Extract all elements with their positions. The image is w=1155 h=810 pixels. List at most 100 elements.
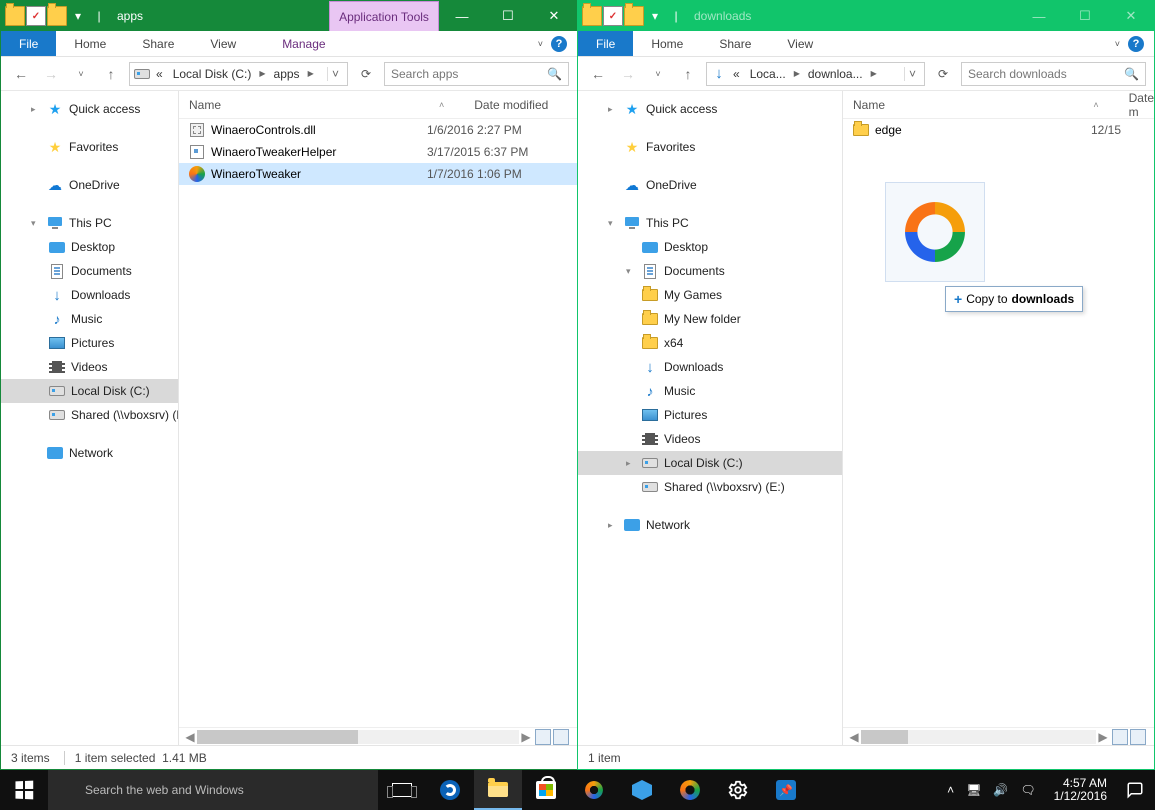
taskbar[interactable]: 🔍 Search the web and Windows 📌 ˄ 🖥 🔊 🗨 4… xyxy=(0,770,1155,810)
nav-videos[interactable]: Videos xyxy=(1,355,178,379)
task-settings[interactable] xyxy=(714,770,762,810)
breadcrumb[interactable]: ↓ « Loca... ▶ downloa... ▶ ˅ xyxy=(706,62,925,86)
nav-pane[interactable]: ▸★Quick access ★Favorites ☁OneDrive ▾Thi… xyxy=(1,91,179,745)
view-large-icon[interactable] xyxy=(553,729,569,745)
nav-favorites[interactable]: ★Favorites xyxy=(578,135,842,159)
breadcrumb-seg[interactable]: Loca... xyxy=(746,67,790,81)
ribbon-view[interactable]: View xyxy=(192,31,254,56)
nav-doc-sub[interactable]: x64 xyxy=(578,331,842,355)
titlebar[interactable]: ✓ ▾ | downloads — ☐ ✕ xyxy=(578,1,1154,31)
nav-quick-access[interactable]: ▸★Quick access xyxy=(1,97,178,121)
folder-icon[interactable] xyxy=(47,6,67,26)
nav-onedrive[interactable]: ☁OneDrive xyxy=(578,173,842,197)
nav-desktop[interactable]: Desktop xyxy=(1,235,178,259)
nav-up-button[interactable]: ↑ xyxy=(676,62,700,86)
nav-local-disk-c[interactable]: Local Disk (C:) xyxy=(1,379,178,403)
folder-icon[interactable] xyxy=(5,6,25,26)
chevron-right-icon[interactable]: ▶ xyxy=(257,69,267,78)
start-button[interactable] xyxy=(0,770,48,810)
breadcrumb-seg[interactable]: « xyxy=(729,67,744,81)
nav-pictures[interactable]: Pictures xyxy=(578,403,842,427)
nav-back-button[interactable]: ← xyxy=(9,62,33,86)
address-history-button[interactable]: ˅ xyxy=(327,67,343,81)
nav-videos[interactable]: Videos xyxy=(578,427,842,451)
maximize-button[interactable]: ☐ xyxy=(485,1,531,31)
search-input[interactable]: Search apps 🔍 xyxy=(384,62,569,86)
file-row[interactable]: WinaeroTweakerHelper 3/17/2015 6:37 PM xyxy=(179,141,577,163)
nav-documents[interactable]: ▾Documents xyxy=(578,259,842,283)
nav-music[interactable]: ♪Music xyxy=(1,307,178,331)
ribbon-view[interactable]: View xyxy=(769,31,831,56)
qat-more-icon[interactable]: ▾ xyxy=(645,6,665,26)
close-button[interactable]: ✕ xyxy=(1108,1,1154,31)
nav-onedrive[interactable]: ☁OneDrive xyxy=(1,173,178,197)
refresh-button[interactable]: ⟳ xyxy=(354,62,378,86)
nav-local-disk-c[interactable]: ▸Local Disk (C:) xyxy=(578,451,842,475)
file-row[interactable]: edge 12/15 xyxy=(843,119,1154,141)
nav-network[interactable]: Network xyxy=(1,441,178,465)
view-details-icon[interactable] xyxy=(1112,729,1128,745)
view-details-icon[interactable] xyxy=(535,729,551,745)
file-row[interactable]: WinaeroTweaker 1/7/2016 1:06 PM xyxy=(179,163,577,185)
nav-shared-drive[interactable]: Shared (\\vboxsrv) (E:) xyxy=(578,475,842,499)
col-name[interactable]: Name xyxy=(189,98,439,112)
taskbar-clock[interactable]: 4:57 AM 1/12/2016 xyxy=(1046,777,1115,803)
nav-pictures[interactable]: Pictures xyxy=(1,331,178,355)
help-icon[interactable]: ? xyxy=(551,36,567,52)
nav-forward-button[interactable]: → xyxy=(616,62,640,86)
nav-history-dropdown[interactable]: ˅ xyxy=(646,62,670,86)
hscrollbar[interactable]: ◀▶ xyxy=(843,727,1154,745)
ribbon-home[interactable]: Home xyxy=(633,31,701,56)
checkbox-icon[interactable]: ✓ xyxy=(603,6,623,26)
nav-back-button[interactable]: ← xyxy=(586,62,610,86)
refresh-button[interactable]: ⟳ xyxy=(931,62,955,86)
nav-pane[interactable]: ▸★Quick access ★Favorites ☁OneDrive ▾Thi… xyxy=(578,91,843,745)
breadcrumb-seg[interactable]: Local Disk (C:) xyxy=(169,67,256,81)
nav-music[interactable]: ♪Music xyxy=(578,379,842,403)
column-headers[interactable]: Name ˄ Date modified xyxy=(179,91,577,119)
task-winaero-tweaker[interactable] xyxy=(666,770,714,810)
breadcrumb[interactable]: « Local Disk (C:) ▶ apps ▶ ˅ xyxy=(129,62,348,86)
close-button[interactable]: ✕ xyxy=(531,1,577,31)
ribbon-file[interactable]: File xyxy=(578,31,633,56)
taskbar-search[interactable]: 🔍 Search the web and Windows xyxy=(48,770,378,810)
task-view-button[interactable] xyxy=(378,770,426,810)
nav-shared-drive[interactable]: Shared (\\vboxsrv) (E:) xyxy=(1,403,178,427)
nav-doc-sub[interactable]: My Games xyxy=(578,283,842,307)
help-icon[interactable]: ? xyxy=(1128,36,1144,52)
tray-notes-icon[interactable]: 🗨 xyxy=(1020,783,1035,797)
search-icon[interactable]: 🔍 xyxy=(547,67,562,81)
task-pinned-app[interactable]: 📌 xyxy=(762,770,810,810)
nav-history-dropdown[interactable]: ˅ xyxy=(69,62,93,86)
task-store[interactable] xyxy=(522,770,570,810)
system-tray[interactable]: ˄ 🖥 🔊 🗨 xyxy=(937,783,1045,797)
tray-volume-icon[interactable]: 🔊 xyxy=(993,783,1008,797)
view-large-icon[interactable] xyxy=(1130,729,1146,745)
nav-this-pc[interactable]: ▾This PC xyxy=(1,211,178,235)
minimize-button[interactable]: — xyxy=(439,1,485,31)
ribbon-share[interactable]: Share xyxy=(124,31,192,56)
nav-network[interactable]: ▸Network xyxy=(578,513,842,537)
minimize-button[interactable]: — xyxy=(1016,1,1062,31)
nav-desktop[interactable]: Desktop xyxy=(578,235,842,259)
nav-doc-sub[interactable]: My New folder xyxy=(578,307,842,331)
checkbox-icon[interactable]: ✓ xyxy=(26,6,46,26)
ribbon-home[interactable]: Home xyxy=(56,31,124,56)
tray-network-icon[interactable]: 🖥 xyxy=(966,783,981,797)
tray-overflow-icon[interactable]: ˄ xyxy=(947,783,954,797)
ribbon-collapse-icon[interactable]: ˅ xyxy=(538,39,543,49)
search-icon[interactable]: 🔍 xyxy=(1124,67,1139,81)
context-tab-application-tools[interactable]: Application Tools xyxy=(329,1,439,31)
ribbon-collapse-icon[interactable]: ˅ xyxy=(1115,39,1120,49)
chevron-right-icon[interactable]: ▶ xyxy=(306,69,316,78)
nav-this-pc[interactable]: ▾This PC xyxy=(578,211,842,235)
folder-icon[interactable] xyxy=(582,6,602,26)
action-center-button[interactable] xyxy=(1115,770,1155,810)
ribbon-file[interactable]: File xyxy=(1,31,56,56)
col-date[interactable]: Date modified xyxy=(474,98,577,112)
task-edge[interactable] xyxy=(426,770,474,810)
nav-downloads[interactable]: ↓Downloads xyxy=(578,355,842,379)
ribbon-manage[interactable]: Manage xyxy=(264,31,343,56)
breadcrumb-seg[interactable]: « xyxy=(152,67,167,81)
hscrollbar[interactable]: ◀▶ xyxy=(179,727,577,745)
